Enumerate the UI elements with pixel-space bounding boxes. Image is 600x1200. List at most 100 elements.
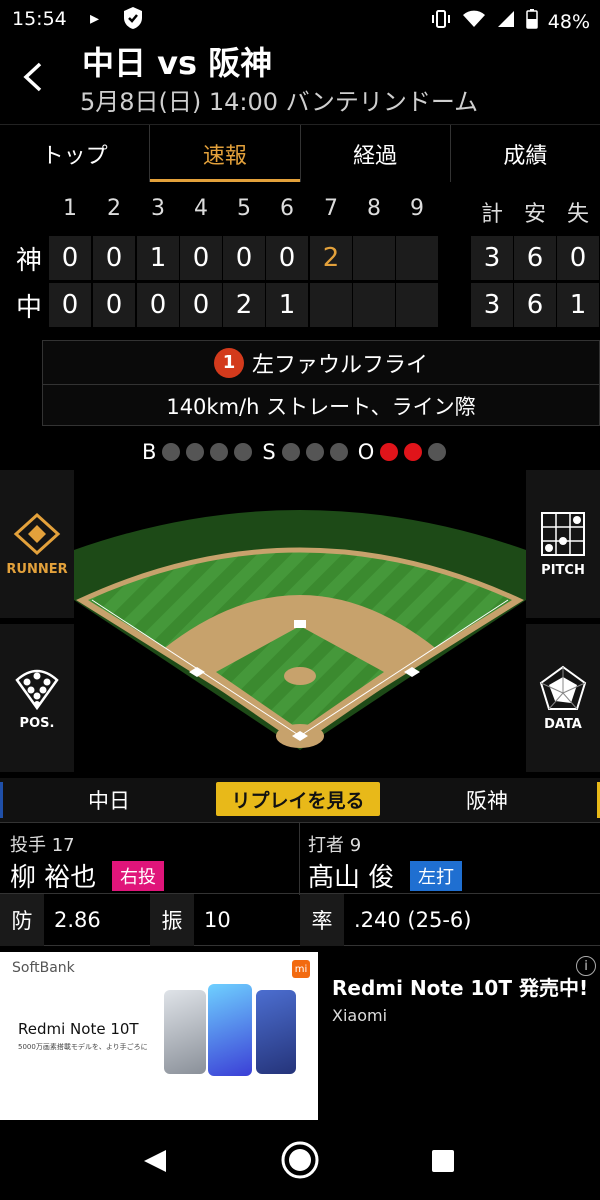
- total-hits: 6: [514, 283, 556, 327]
- runner-label: RUNNER: [6, 561, 68, 577]
- battery-icon: [526, 9, 538, 34]
- status-bar: 15:54 ▸ 48%: [0, 0, 600, 40]
- batter-name: 髙山 俊: [308, 863, 395, 893]
- total-runs: 3: [471, 236, 513, 280]
- inning-label: 1: [63, 196, 77, 221]
- data-label: DATA: [544, 716, 582, 732]
- play-result: 左ファウルフライ: [251, 352, 428, 378]
- inning-score: [353, 283, 395, 327]
- radar-chart-icon: [539, 665, 587, 710]
- inning-label: 8: [367, 196, 381, 221]
- out-dot: [428, 443, 447, 461]
- inning-label: 7: [324, 196, 338, 221]
- total-errors-label: 失: [566, 202, 589, 227]
- pitch-button[interactable]: PITCH: [526, 470, 600, 618]
- battery-percent: 48%: [547, 10, 590, 33]
- inning-score: 2: [223, 283, 265, 327]
- mi-logo: mi: [292, 960, 310, 978]
- back-button[interactable]: [22, 62, 44, 92]
- inning-score: 0: [49, 283, 91, 327]
- inning-score: [310, 283, 352, 327]
- player-info: 投手 17 柳 裕也 右投 打者 9 髙山 俊 左打: [0, 822, 600, 895]
- ad-advertiser: Xiaomi: [332, 1006, 388, 1025]
- pitcher-label: 投手 17: [10, 835, 75, 856]
- strikeouts-value: 10: [204, 908, 231, 932]
- total-errors: 1: [557, 283, 599, 327]
- home-team-accent: [0, 782, 3, 818]
- ball-dot: [186, 443, 205, 461]
- inning-score: [396, 236, 438, 280]
- total-hits-label: 安: [523, 202, 546, 227]
- field-area: RUNNER POS. PITCH DATA: [0, 470, 600, 778]
- pitcher-hand-badge: 右投: [112, 861, 164, 891]
- diamond-icon: [13, 512, 61, 555]
- out-dot: [404, 443, 423, 461]
- era-label: 防: [0, 894, 44, 946]
- strike-dot: [329, 443, 348, 461]
- tab-live[interactable]: 速報: [149, 125, 300, 182]
- signal-icon: [496, 9, 516, 34]
- shield-icon: [122, 6, 144, 35]
- tab-progress[interactable]: 経過: [299, 125, 450, 182]
- inning-score: 0: [137, 283, 179, 327]
- away-team-name: 阪神: [466, 789, 508, 813]
- ad-headline[interactable]: Redmi Note 10T 発売中!: [332, 972, 588, 1001]
- balls-label: B: [142, 440, 157, 464]
- data-button[interactable]: DATA: [526, 624, 600, 772]
- positions-icon: [15, 669, 59, 710]
- play-result-box: 1 左ファウルフライ 140km/h ストレート、ライン際: [42, 340, 600, 426]
- ad-tagline: 5000万画素搭載モデルを、より手ごろに: [18, 1043, 148, 1051]
- page-title: 中日 vs 阪神: [82, 44, 273, 82]
- team-abbr: 中: [15, 293, 42, 323]
- tab-stats[interactable]: 成績: [449, 125, 600, 182]
- home-team-name: 中日: [88, 789, 130, 813]
- inning-score: 0: [266, 236, 308, 280]
- inning-score: 1: [266, 283, 308, 327]
- pitch-label: PITCH: [541, 562, 585, 578]
- strike-zone-icon: [541, 511, 585, 556]
- baseball-field: [74, 510, 526, 750]
- play-number-badge: 1: [213, 347, 244, 378]
- nav-recents-icon[interactable]: [430, 1148, 456, 1178]
- ball-count: B S O: [142, 438, 447, 466]
- strike-dot: [305, 443, 324, 461]
- inning-label: 5: [237, 196, 251, 221]
- ball-dot: [162, 443, 181, 461]
- tab-top[interactable]: トップ: [0, 125, 149, 182]
- ad-banner[interactable]: SoftBank mi Redmi Note 10T 5000万画素搭載モデルを…: [0, 952, 600, 1120]
- runner-button[interactable]: RUNNER: [0, 470, 74, 618]
- pitch-info: 140km/h ストレート、ライン際: [166, 395, 476, 419]
- inning-score: 1: [137, 236, 179, 280]
- inning-label: 9: [410, 196, 424, 221]
- ad-model-name: Redmi Note 10T: [18, 1020, 139, 1038]
- status-time: 15:54: [12, 8, 67, 30]
- scoreboard-row: 中 0 0 0 0 2 1 3 6 1: [0, 283, 600, 327]
- position-button[interactable]: POS.: [0, 624, 74, 772]
- nav-home-icon[interactable]: [280, 1140, 320, 1184]
- replay-button[interactable]: リプレイを見る: [216, 782, 380, 816]
- inning-label: 4: [194, 196, 208, 221]
- ball-dot: [234, 443, 253, 461]
- phone-image: [164, 990, 206, 1074]
- scoreboard-header: 1 2 3 4 5 6 7 8 9 計 安 失: [0, 196, 600, 228]
- avg-label: 率: [300, 894, 344, 946]
- play-result-row: 1 左ファウルフライ: [43, 341, 599, 385]
- batter-label: 打者 9: [308, 835, 362, 856]
- avg-value: .240 (25-6): [354, 908, 472, 932]
- team-abbr: 神: [15, 246, 42, 276]
- ad-image[interactable]: SoftBank mi Redmi Note 10T 5000万画素搭載モデルを…: [0, 952, 318, 1120]
- batter-hand-badge: 左打: [410, 861, 462, 891]
- inning-score-current: 2: [310, 236, 352, 280]
- phone-image: [256, 990, 296, 1074]
- ad-info-icon[interactable]: i: [576, 956, 596, 976]
- strikes-label: S: [262, 440, 276, 464]
- vibrate-icon: [430, 8, 452, 35]
- inning-score: 0: [93, 283, 135, 327]
- total-runs: 3: [471, 283, 513, 327]
- nav-back-icon[interactable]: [142, 1148, 168, 1178]
- game-info: 5月8日(日) 14:00 バンテリンドーム: [80, 88, 479, 116]
- ball-dot: [210, 443, 229, 461]
- position-label: POS.: [19, 715, 55, 731]
- inning-score: 0: [49, 236, 91, 280]
- inning-score: 0: [223, 236, 265, 280]
